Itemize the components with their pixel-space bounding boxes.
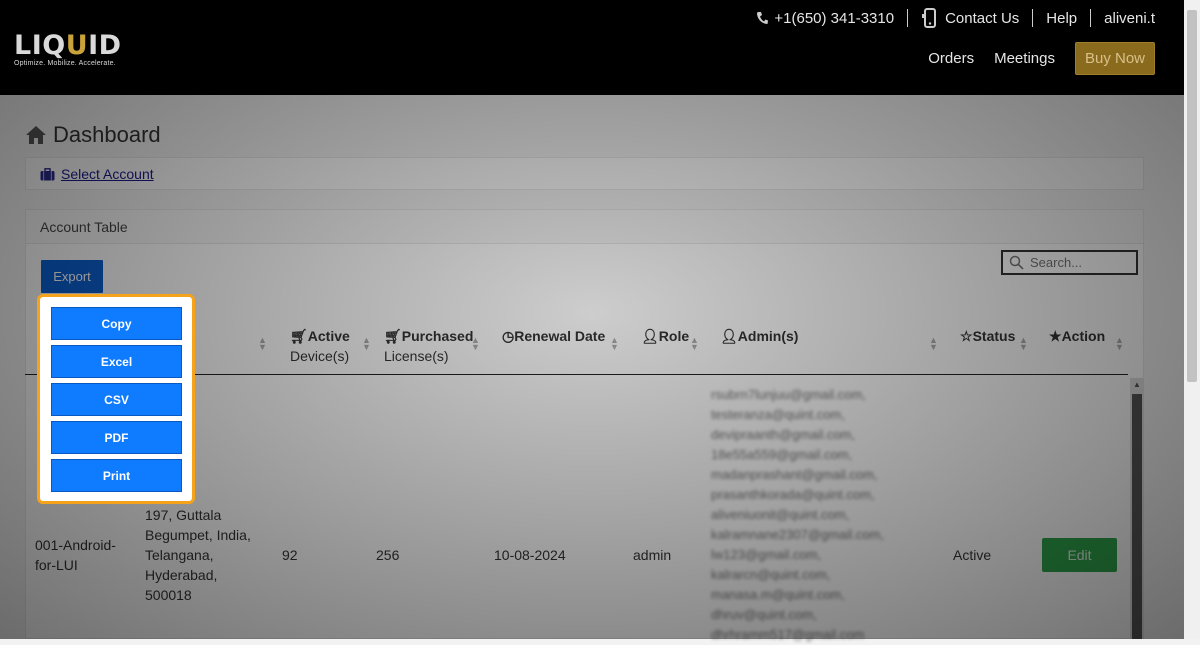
phone-icon	[757, 12, 769, 24]
sort-arrows-icon[interactable]: ▲ ▼	[471, 336, 480, 352]
panel-title: Account Table	[40, 219, 128, 235]
search-icon	[1009, 255, 1024, 270]
export-button[interactable]: Export	[41, 260, 103, 293]
scroll-up-icon[interactable]: ▲	[1133, 380, 1141, 389]
sort-arrows-icon[interactable]: ▲ ▼	[929, 336, 938, 352]
admins-cell: rsubrn7lunjuu@gmail.com, testeranza@quin…	[711, 387, 884, 642]
divider	[907, 9, 909, 27]
account-name-cell: 001-Android- for-LUI	[35, 537, 116, 573]
contact-us-link[interactable]: Contact Us	[921, 8, 1019, 28]
column-header-active-devices[interactable]: 🛒︎Active Device(s)	[290, 326, 350, 366]
page-title-text: Dashboard	[53, 122, 161, 147]
active-devices-cell: 92	[282, 547, 298, 563]
table-scrollbar[interactable]: ▲	[1130, 378, 1144, 639]
column-header-purchased-licenses[interactable]: 🛒︎Purchased License(s)	[384, 326, 473, 366]
search-box[interactable]	[1001, 250, 1138, 275]
orders-link[interactable]: Orders	[928, 50, 974, 67]
cart-icon: 🛒︎	[384, 328, 402, 344]
page-scrollbar[interactable]	[1184, 0, 1200, 639]
address-cell: 197, Guttala Begumpet, India, Telangana,…	[145, 507, 251, 603]
export-print-button[interactable]: Print	[51, 459, 182, 492]
scrollbar-thumb[interactable]	[1132, 394, 1142, 639]
column-header-renewal-date[interactable]: ◷Renewal Date	[502, 326, 605, 346]
export-menu: Copy Excel CSV PDF Print	[37, 294, 195, 504]
role-cell: admin	[633, 547, 672, 563]
select-account-panel: Select Account	[25, 157, 1144, 190]
export-excel-button[interactable]: Excel	[51, 345, 182, 378]
home-icon	[26, 126, 46, 144]
clock-icon: ◷	[502, 328, 515, 344]
help-link[interactable]: Help	[1046, 10, 1077, 27]
phone-number: +1(650) 341-3310	[774, 9, 895, 27]
star-outline-icon: ☆	[960, 328, 973, 344]
utility-nav: +1(650) 341-3310 Contact Us Help aliveni…	[756, 8, 1155, 28]
column-header-status[interactable]: ☆Status	[960, 326, 1015, 346]
star-icon: ★	[1049, 328, 1062, 344]
sort-arrows-icon[interactable]: ▲ ▼	[1019, 336, 1028, 352]
export-copy-button[interactable]: Copy	[51, 307, 182, 340]
sort-arrows-icon[interactable]: ▲ ▼	[610, 336, 619, 352]
divider	[1032, 9, 1034, 27]
status-cell: Active	[953, 547, 992, 563]
search-input[interactable]	[1028, 254, 1132, 271]
sort-arrows-icon[interactable]: ▲ ▼	[1115, 336, 1124, 352]
phone-link[interactable]: +1(650) 341-3310	[756, 10, 894, 27]
buy-now-button[interactable]: Buy Now	[1074, 42, 1155, 75]
column-header-admins[interactable]: 👤︎Admin(s)	[720, 326, 798, 346]
logo-tagline: Optimize. Mobilize. Accelerate.	[14, 60, 116, 67]
briefcase-icon	[40, 167, 55, 180]
mobile-contact-icon	[922, 8, 937, 28]
divider	[1090, 9, 1092, 27]
panel-header: Account Table	[26, 210, 1143, 244]
user-icon: 👤︎	[641, 328, 659, 344]
column-header-role[interactable]: 👤︎Role	[641, 326, 689, 346]
sort-arrows-icon[interactable]: ▲ ▼	[362, 336, 371, 352]
sort-arrows-icon[interactable]: ▲ ▼	[690, 336, 699, 352]
column-header-action[interactable]: ★Action	[1049, 326, 1105, 346]
purchased-licenses-cell: 256	[376, 547, 400, 563]
export-csv-button[interactable]: CSV	[51, 383, 182, 416]
user-icon: 👤︎	[720, 328, 738, 344]
renewal-date-cell: 10-08-2024	[494, 547, 566, 563]
edit-button[interactable]: Edit	[1042, 538, 1117, 572]
page-scrollbar-thumb[interactable]	[1187, 10, 1197, 382]
top-header: LIQUID Optimize. Mobilize. Accelerate. +…	[0, 0, 1200, 95]
cart-icon: 🛒︎	[290, 328, 308, 344]
user-menu[interactable]: aliveni.t	[1104, 10, 1155, 27]
select-account-link[interactable]: Select Account	[40, 166, 154, 182]
select-account-label: Select Account	[61, 166, 154, 182]
meetings-link[interactable]: Meetings	[994, 50, 1055, 67]
liquid-logo[interactable]: LIQUID Optimize. Mobilize. Accelerate.	[14, 32, 122, 67]
contact-us-label: Contact Us	[945, 9, 1020, 27]
main-nav: Orders Meetings Buy Now	[928, 42, 1155, 75]
page-title: Dashboard	[25, 122, 161, 148]
sort-arrows-icon[interactable]: ▲ ▼	[258, 336, 267, 352]
export-pdf-button[interactable]: PDF	[51, 421, 182, 454]
